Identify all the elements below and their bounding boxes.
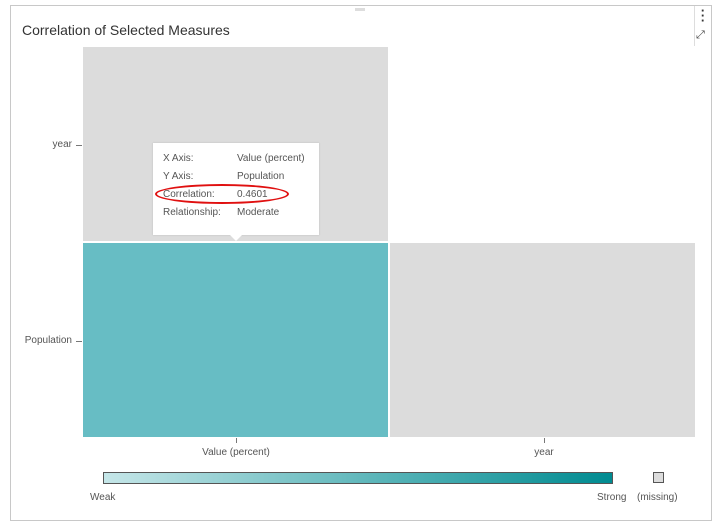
vertical-ellipsis-icon[interactable]: · · · [700,4,706,27]
heatmap-cell[interactable] [83,243,388,437]
y-tick [76,145,82,146]
tooltip-value: Moderate [237,207,280,218]
legend-missing-label: (missing) [637,492,678,503]
chart-title: Correlation of Selected Measures [22,22,230,38]
x-tick-label: Value (percent) [202,447,270,458]
resize-handle[interactable] [355,8,365,11]
x-tick [544,438,545,443]
legend-strong-label: Strong [597,492,627,503]
x-tick [236,438,237,443]
x-tick-label: year [534,447,554,458]
tooltip-key: Relationship: [163,207,221,218]
tooltip-value: Population [237,171,285,182]
y-tick [76,341,82,342]
expand-icon[interactable]: ⤢ [696,29,705,42]
legend-weak-label: Weak [90,492,116,503]
y-tick-label: year [52,139,72,150]
tooltip-key: X Axis: [163,153,194,164]
legend-missing-swatch [653,472,664,483]
tooltip-value: Value (percent) [237,153,305,164]
color-legend-gradient [103,472,613,484]
tooltip-arrow [230,235,242,241]
highlight-ellipse [155,184,289,204]
y-tick-label: Population [24,335,72,346]
heatmap-cell[interactable] [390,243,695,437]
tooltip-key: Y Axis: [163,171,194,182]
